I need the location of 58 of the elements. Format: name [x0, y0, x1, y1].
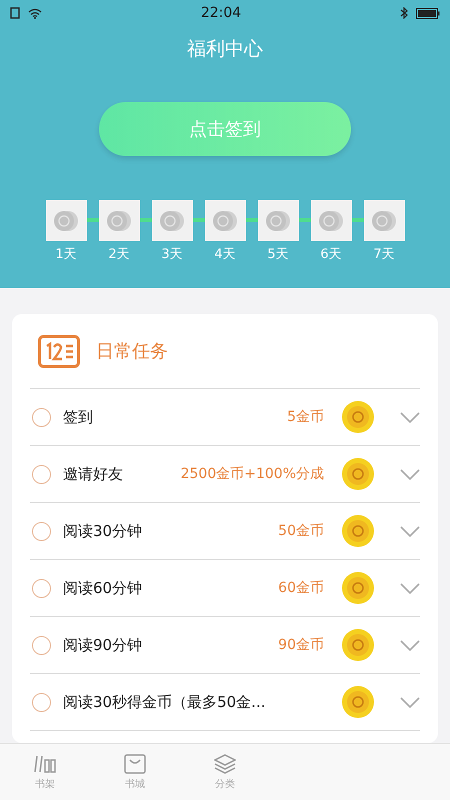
chevron-down-icon[interactable] — [400, 640, 420, 650]
day-label: 3天 — [161, 246, 183, 263]
task-name: 阅读30秒得金币（最多50金... — [63, 692, 266, 712]
coin-icon — [212, 210, 238, 232]
layers-icon — [214, 754, 236, 774]
coin-icon — [371, 210, 397, 232]
calendar-list-icon — [38, 334, 80, 368]
coin-icon — [318, 210, 344, 232]
task-checkbox[interactable] — [32, 636, 51, 654]
chevron-down-icon[interactable] — [400, 582, 420, 594]
task-checkbox[interactable] — [32, 578, 51, 598]
coin-icon — [342, 572, 374, 604]
task-name: 阅读60分钟 — [63, 578, 144, 598]
coin-icon — [342, 686, 374, 718]
task-reward: 60金币 — [278, 579, 324, 597]
coin-icon — [53, 210, 79, 232]
task-checkbox[interactable] — [32, 692, 51, 712]
coin-icon — [342, 515, 374, 547]
coin-icon — [342, 629, 374, 661]
day-label: 2天 — [108, 246, 130, 263]
bag-icon — [124, 754, 146, 774]
bluetooth-icon — [400, 7, 408, 19]
task-reward: 50金币 — [278, 522, 324, 540]
task-reward: 90金币 — [278, 636, 324, 654]
task-name: 签到 — [63, 408, 94, 426]
section-title: 日常任务 — [96, 340, 168, 363]
sim-icon — [10, 7, 20, 19]
chevron-down-icon[interactable] — [400, 696, 420, 708]
day-label: 5天 — [267, 246, 289, 263]
task-checkbox[interactable] — [32, 464, 51, 484]
coin-icon — [265, 210, 291, 232]
battery-icon — [416, 8, 440, 18]
page-title: 福利中心 — [187, 37, 263, 62]
tab-bar-item[interactable]: 书城 — [90, 744, 180, 800]
chevron-down-icon[interactable] — [400, 468, 420, 480]
task-checkbox[interactable] — [32, 408, 51, 426]
task-name: 阅读30分钟 — [63, 522, 144, 540]
status-time: 22:04 — [200, 5, 242, 21]
tab-bar-item[interactable]: 书架 — [0, 744, 90, 800]
coin-icon — [106, 210, 132, 232]
task-name: 邀请好友 — [63, 464, 124, 484]
day-label: 6天 — [320, 246, 342, 263]
task-reward: 5金币 — [287, 408, 324, 426]
bookshelf-icon — [34, 754, 56, 774]
day-label: 7天 — [373, 246, 395, 263]
coin-icon — [342, 458, 374, 490]
coin-icon — [159, 210, 185, 232]
coin-icon — [342, 401, 374, 433]
day-label: 1天 — [55, 246, 77, 263]
chevron-down-icon[interactable] — [400, 526, 420, 536]
chevron-down-icon[interactable] — [400, 412, 420, 422]
task-checkbox[interactable] — [32, 522, 51, 540]
wifi-icon — [28, 8, 42, 18]
tab-bar-item[interactable]: 分类 — [180, 744, 270, 800]
task-reward: 2500金币+100%分成 — [180, 465, 324, 483]
check-in-button[interactable]: 点击签到 — [99, 102, 351, 156]
task-name: 阅读90分钟 — [63, 636, 144, 654]
day-label: 4天 — [214, 246, 236, 263]
